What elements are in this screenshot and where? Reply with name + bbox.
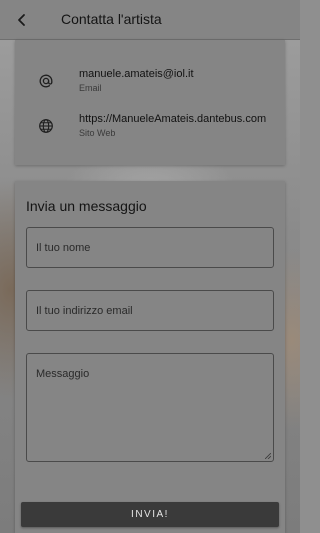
message-field-placeholder: Messaggio [36, 368, 90, 380]
name-field[interactable]: Il tuo nome [26, 227, 274, 268]
app-bar: Contatta l'artista [0, 0, 300, 40]
contact-row-email[interactable]: manuele.amateis@iol.it Email [15, 68, 285, 108]
message-field[interactable]: Messaggio [26, 353, 274, 462]
name-field-placeholder: Il tuo nome [36, 242, 91, 254]
form-title: Invia un messaggio [26, 198, 147, 214]
page-title: Contatta l'artista [61, 11, 162, 27]
contact-row-website[interactable]: https://ManueleAmateis.dantebus.com Sito… [15, 113, 285, 153]
back-button[interactable] [8, 6, 36, 34]
message-form-card: Invia un messaggio Il tuo nome Il tuo in… [15, 181, 285, 533]
email-value[interactable]: manuele.amateis@iol.it [79, 68, 275, 80]
resize-handle-icon[interactable] [265, 453, 271, 459]
at-sign-icon [37, 72, 55, 90]
arrow-left-icon [18, 14, 25, 26]
website-value[interactable]: https://ManueleAmateis.dantebus.com [79, 113, 275, 125]
globe-icon [37, 117, 55, 135]
website-label: Sito Web [79, 128, 116, 138]
email-label: Email [79, 83, 102, 93]
send-button[interactable]: INVIA! [21, 502, 279, 527]
email-field-placeholder: Il tuo indirizzo email [36, 305, 133, 317]
contact-card: manuele.amateis@iol.it Email https://Man… [15, 40, 285, 165]
email-field[interactable]: Il tuo indirizzo email [26, 290, 274, 331]
